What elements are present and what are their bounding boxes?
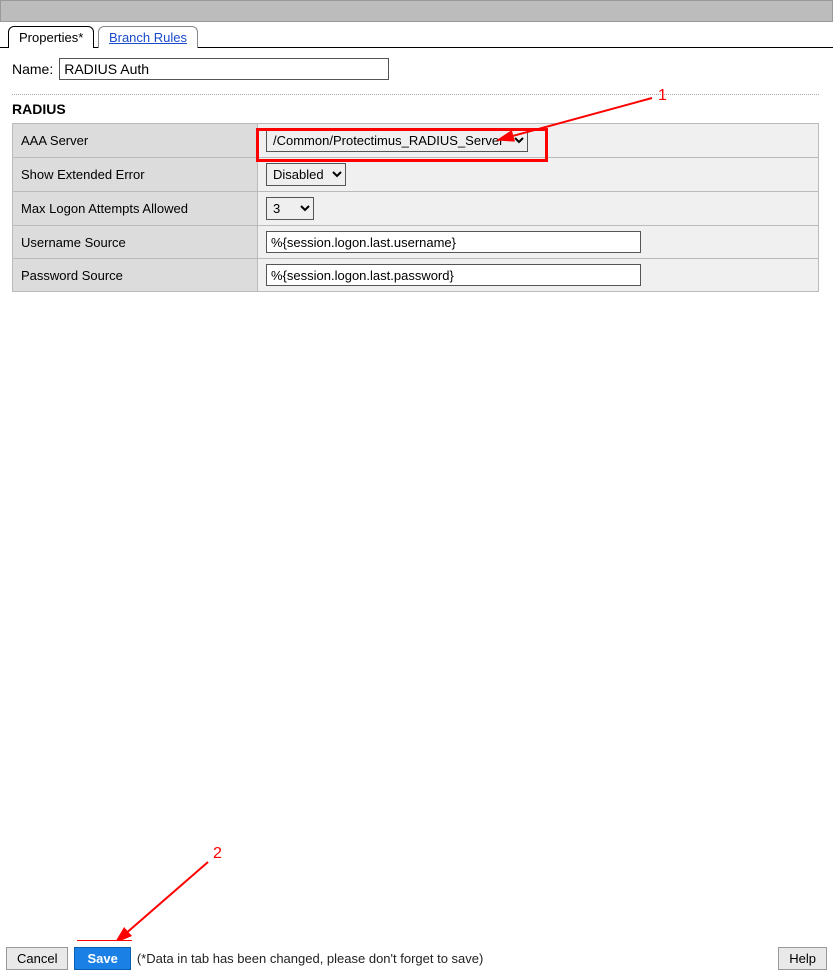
input-username-source[interactable]	[266, 231, 641, 253]
label-show-extended-error: Show Extended Error	[13, 158, 258, 192]
section-title-radius: RADIUS	[12, 101, 819, 117]
label-max-logon-attempts: Max Logon Attempts Allowed	[13, 192, 258, 226]
footer-bar: Cancel Save (*Data in tab has been chang…	[0, 941, 833, 975]
window-titlebar	[0, 0, 833, 22]
label-aaa-server: AAA Server	[13, 124, 258, 158]
footer-note: (*Data in tab has been changed, please d…	[137, 951, 484, 966]
tab-branch-rules[interactable]: Branch Rules	[98, 26, 198, 48]
config-table: AAA Server /Common/Protectimus_RADIUS_Se…	[12, 123, 819, 292]
select-aaa-server[interactable]: /Common/Protectimus_RADIUS_Server	[266, 129, 528, 152]
annotation-label-2: 2	[213, 845, 222, 863]
name-input[interactable]	[59, 58, 389, 80]
save-button[interactable]: Save	[74, 947, 130, 970]
select-show-extended-error[interactable]: Disabled	[266, 163, 346, 186]
help-button[interactable]: Help	[778, 947, 827, 970]
select-max-logon-attempts[interactable]: 3	[266, 197, 314, 220]
tab-bar: Properties* Branch Rules	[0, 22, 833, 48]
section-divider	[12, 94, 819, 95]
label-username-source: Username Source	[13, 226, 258, 259]
label-password-source: Password Source	[13, 259, 258, 292]
name-label: Name:	[12, 61, 53, 77]
cancel-button[interactable]: Cancel	[6, 947, 68, 970]
input-password-source[interactable]	[266, 264, 641, 286]
tab-properties[interactable]: Properties*	[8, 26, 94, 48]
